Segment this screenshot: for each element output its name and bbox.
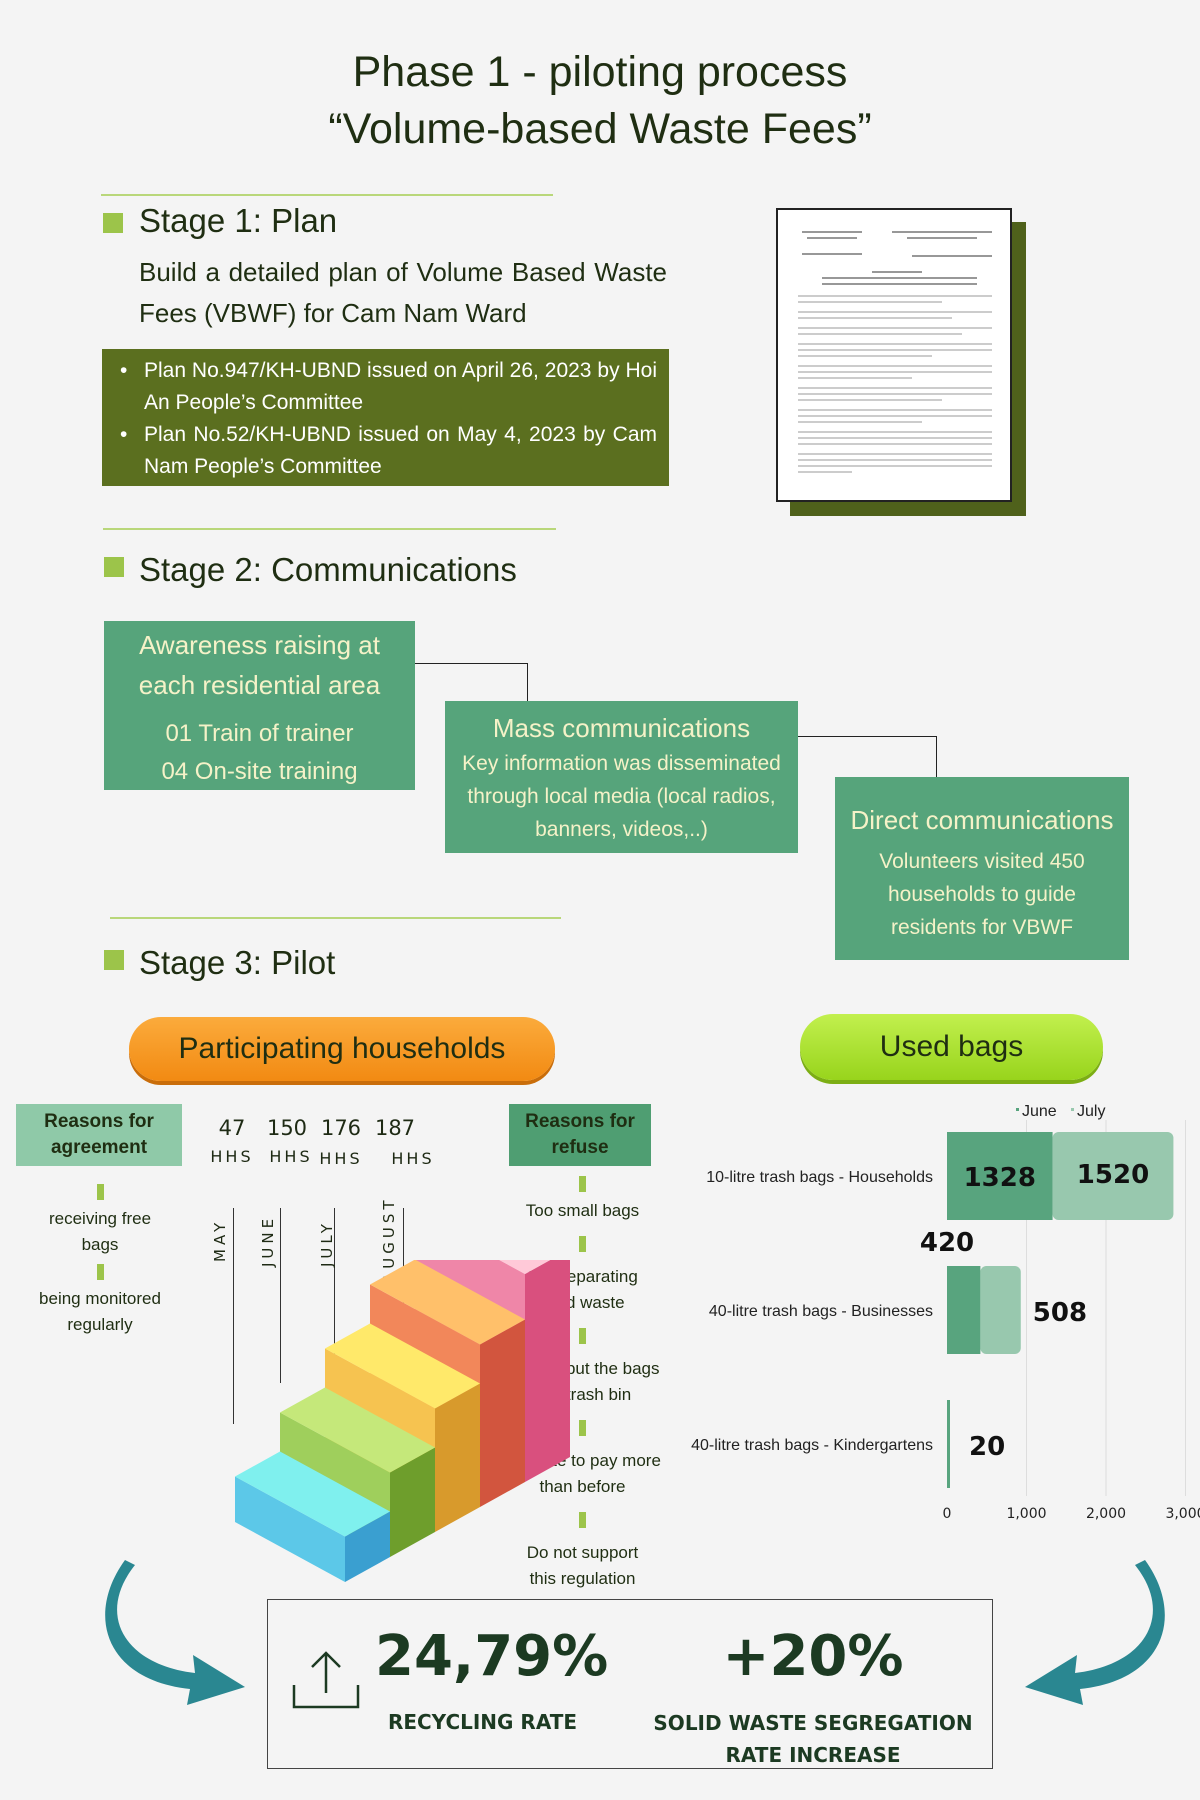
x-tick-label: 1,000 — [1006, 1506, 1046, 1522]
bar-marker — [96, 1184, 104, 1200]
month-unit: HHS — [319, 1149, 363, 1168]
upload-arrow-icon — [292, 1651, 360, 1709]
category-label: 10-litre trash bags - Households — [706, 1169, 933, 1186]
participating-households-banner: Participating households — [129, 1017, 555, 1081]
bar-june — [947, 1400, 950, 1488]
category-label: 40-litre trash bags - Kindergartens — [691, 1437, 933, 1454]
stair-block-side — [525, 1260, 570, 1482]
refuse-header: Reasons for refuse — [509, 1104, 651, 1166]
segregation-label-line: RATE INCREASE — [725, 1743, 901, 1767]
plan-item: Plan No.52/KH-UBND issued on May 4, 2023… — [120, 419, 657, 483]
staircase-illustration — [235, 1260, 570, 1582]
plan-document-image — [776, 208, 1012, 502]
bullet-square-icon — [104, 557, 124, 577]
stair-block-side — [480, 1319, 525, 1507]
month-count: 176 — [320, 1116, 362, 1140]
document-text-lines — [798, 231, 992, 473]
legend-label-june: June — [1022, 1103, 1057, 1120]
divider — [101, 194, 553, 196]
right-curved-arrow-icon — [1025, 1560, 1165, 1705]
title-line-1: Phase 1 - piloting process — [352, 48, 848, 96]
stage3-heading: Stage 3: Pilot — [139, 944, 336, 981]
month-count: 150 — [266, 1116, 308, 1140]
plan-item: Plan No.947/KH-UBND issued on April 26, … — [120, 355, 657, 419]
page-title: Phase 1 - piloting process “Volume-based … — [0, 44, 1200, 158]
x-tick-label: 2,000 — [1086, 1506, 1126, 1522]
awareness-title: Awareness raising at each residential ar… — [138, 630, 381, 700]
data-label: 20 — [969, 1432, 1005, 1462]
agreement-list: receiving free bags being monitored regu… — [20, 1178, 180, 1338]
direct-body: Volunteers visited 450 households to gui… — [879, 850, 1085, 939]
segregation-label: SOLID WASTE SEGREGATION RATE INCREASE — [640, 1707, 986, 1771]
divider — [110, 917, 561, 919]
agreement-item: being monitored regularly — [39, 1289, 161, 1334]
data-label: 420 — [920, 1228, 974, 1258]
plan-list: Plan No.947/KH-UBND issued on April 26, … — [102, 349, 669, 486]
category-label: 40-litre trash bags - Businesses — [709, 1303, 933, 1320]
bullet-square-icon — [104, 950, 124, 970]
used-bags-banner: Used bags — [800, 1014, 1103, 1080]
legend-label-july: July — [1077, 1103, 1105, 1120]
awareness-box: Awareness raising at each residential ar… — [104, 621, 415, 790]
x-tick-label: 3,000 — [1165, 1506, 1200, 1522]
month-count: 187 — [374, 1116, 416, 1140]
data-label: 508 — [1033, 1298, 1087, 1328]
used-bags-chart: 0 1,000 2,000 3,000 June July 10-litre trash b… — [691, 1103, 1200, 1522]
stage1-heading: Stage 1: Plan — [139, 202, 338, 239]
legend-swatch-june — [1016, 1108, 1019, 1111]
legend-swatch-july — [1071, 1108, 1074, 1111]
recycling-rate-label: RECYCLING RATE — [387, 1710, 578, 1734]
direct-communications-box: Direct communications Volunteers visited… — [835, 777, 1129, 960]
bar-marker — [579, 1176, 586, 1192]
awareness-item: 04 On-site training — [161, 758, 358, 785]
connector-line — [798, 736, 937, 777]
mass-title: Mass communications — [492, 713, 751, 743]
agreement-item: receiving free bags — [48, 1209, 152, 1254]
stair-block-side — [435, 1383, 480, 1532]
segregation-label-line: SOLID WASTE SEGREGATION — [653, 1711, 973, 1735]
refuse-item: Too small bags — [525, 1201, 640, 1220]
agreement-header: Reasons for agreement — [16, 1104, 182, 1166]
title-line-2: “Volume-based Waste Fees” — [328, 105, 872, 153]
stage2-heading: Stage 2: Communications — [139, 551, 517, 588]
month-label: MAY — [211, 1218, 229, 1262]
x-tick-label: 0 — [943, 1506, 952, 1522]
mass-communications-box: Mass communications Key information was … — [445, 701, 798, 853]
bar-marker — [579, 1236, 586, 1252]
month-count: 47 — [218, 1116, 246, 1140]
segregation-increase-value: +20% — [722, 1624, 904, 1689]
connector-line — [414, 663, 528, 701]
bar-june — [947, 1266, 981, 1354]
data-label: 1520 — [1077, 1160, 1149, 1190]
divider — [103, 528, 556, 530]
month-unit: HHS — [391, 1149, 435, 1168]
data-label: 1328 — [964, 1163, 1036, 1193]
mass-body: Key information was disseminated through… — [462, 752, 781, 841]
left-curved-arrow-icon — [105, 1560, 245, 1705]
bullet-square-icon — [103, 213, 123, 233]
bar-marker — [96, 1264, 104, 1280]
bar-july — [980, 1266, 1021, 1354]
stage1-description: Build a detailed plan of Volume Based Wa… — [139, 257, 667, 328]
recycling-rate-value: 24,79% — [375, 1624, 609, 1689]
direct-title: Direct communications — [850, 805, 1114, 835]
awareness-item: 01 Train of trainer — [165, 720, 354, 747]
